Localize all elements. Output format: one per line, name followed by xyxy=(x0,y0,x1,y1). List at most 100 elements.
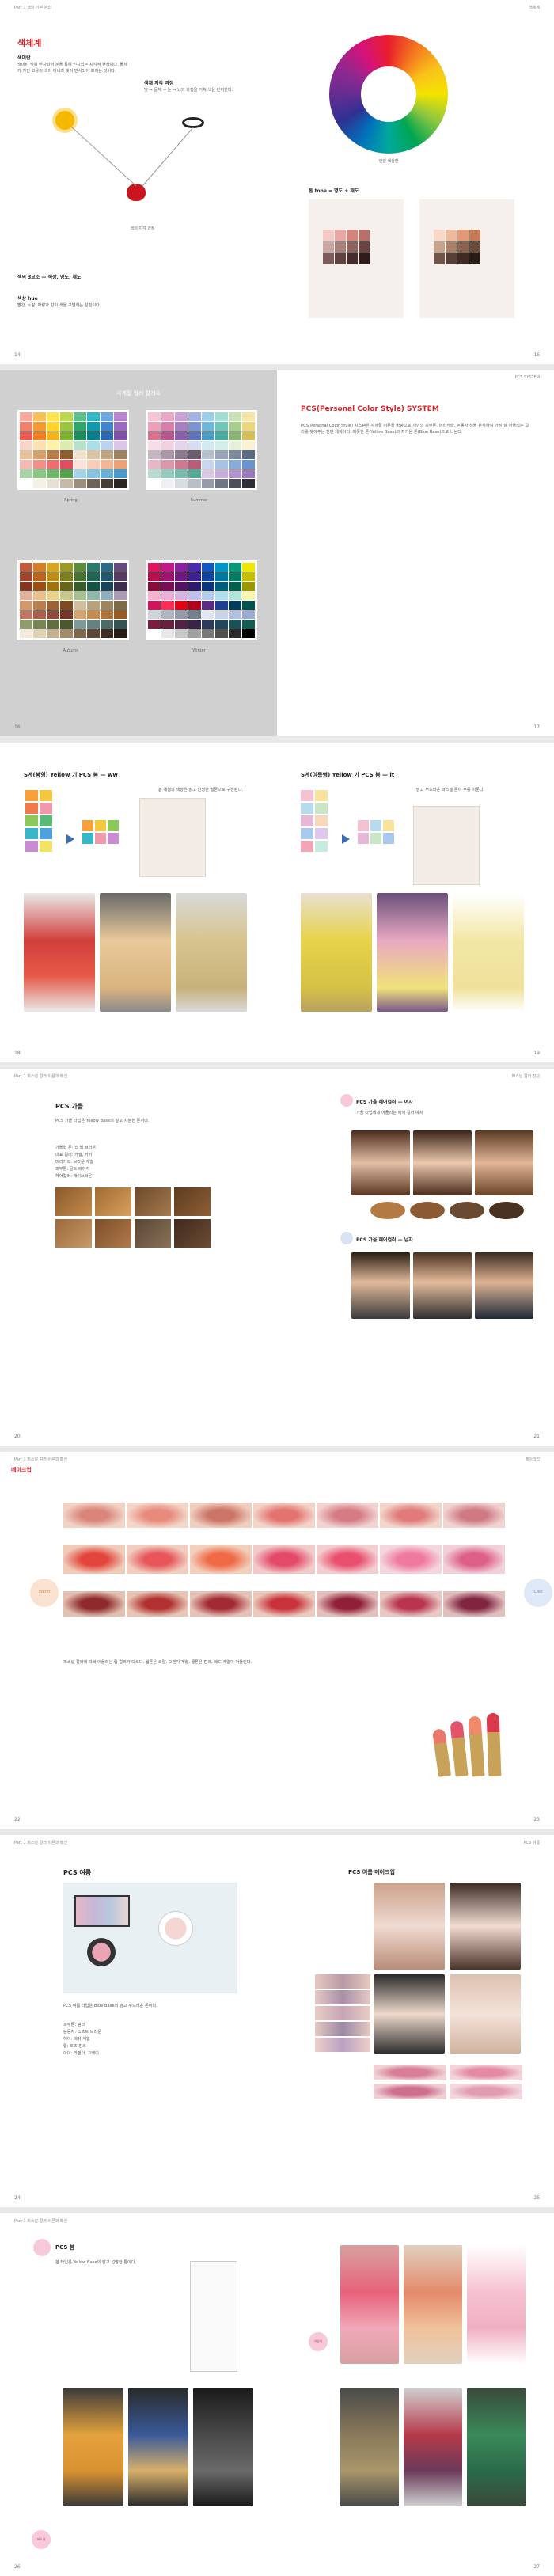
spread-4: Part 1 퍼스널 컬러 이론과 패션 PCS 가을 PCS 가을 타입은 Y… xyxy=(0,1069,554,1446)
lipstick-product xyxy=(450,1720,469,1777)
runway-photo xyxy=(63,2388,123,2506)
body-text: 퍼스널 컬러에 따라 어울리는 립 컬러가 다르다. 웜톤은 코랄, 오렌지 계… xyxy=(63,1660,252,1665)
list-item: 대표 컬러: 카멜, 카키 xyxy=(55,1153,93,1157)
running-header: 퍼스널 컬러 진단 xyxy=(511,1074,540,1079)
spread-5: Part 1 퍼스널 컬러 이론과 패션 메이크업 Warm 퍼스널 컬러에 따… xyxy=(0,1452,554,1829)
model-photo xyxy=(413,1130,472,1195)
powder-compact xyxy=(158,1911,193,1946)
page-number: 21 xyxy=(533,1434,540,1439)
list-item: 눈동자: 소프트 브라운 xyxy=(63,2030,101,2035)
model-photo xyxy=(374,1974,445,2054)
spring-swatch-column xyxy=(25,790,52,852)
hair-sample xyxy=(370,1202,405,1219)
season-label: Spring xyxy=(64,498,78,503)
autumn-palette xyxy=(17,560,129,640)
spread-divider xyxy=(0,2207,554,2213)
model-photo xyxy=(374,1883,445,1970)
winter-palette xyxy=(146,560,257,640)
page-20: Part 1 퍼스널 컬러 이론과 패션 PCS 가을 PCS 가을 타입은 Y… xyxy=(0,1069,277,1446)
running-header: PCS SYSTEM xyxy=(514,375,540,380)
page-16: 사계절 컬러 팔레트 Spring Summer Autumn Winter 1… xyxy=(0,370,277,736)
spread-1: Part 1 색의 기본 원리 색체계 색이란 색이란 빛에 반사되어 눈을 통… xyxy=(0,0,554,364)
body-text: PCS(Personal Color Style) 시스템은 사계절 이론을 바… xyxy=(301,424,529,435)
page-14: Part 1 색의 기본 원리 색체계 색이란 색이란 빛에 반사되어 눈을 통… xyxy=(0,0,277,364)
bullet-dot xyxy=(340,1094,353,1107)
bullet-dot xyxy=(340,1232,353,1244)
page-number: 26 xyxy=(14,2564,21,2570)
page-number: 20 xyxy=(14,1434,21,1439)
page-title: 메이크업 xyxy=(11,1467,32,1473)
list-item: 피부톤: 골드 베이지 xyxy=(55,1167,90,1172)
season-label: Autumn xyxy=(63,648,79,653)
page-27: 여름형 27 xyxy=(277,2213,554,2576)
summer-palette xyxy=(146,410,257,490)
badge-label: 퍼스널 xyxy=(36,2537,46,2541)
running-header: Part 1 퍼스널 컬러 이론과 패션 xyxy=(14,2219,67,2224)
cool-label: Cool xyxy=(533,1590,543,1594)
page-number: 15 xyxy=(533,352,540,358)
runway-photo xyxy=(340,2388,399,2506)
page-24: Part 1 퍼스널 컬러 이론과 패션 PCS 여름 PCS 여름 타입은 B… xyxy=(0,1835,277,2207)
summer-swatch-column xyxy=(301,790,328,852)
runway-photo xyxy=(340,2245,399,2364)
fashion-sketch xyxy=(139,798,206,877)
model-photo xyxy=(475,1252,533,1319)
fashion-sketch xyxy=(413,806,480,885)
runway-photo xyxy=(176,893,247,1012)
spread-2: 사계절 컬러 팔레트 Spring Summer Autumn Winter 1… xyxy=(0,370,554,736)
eye-swatches xyxy=(315,1974,370,2052)
page-number: 22 xyxy=(14,1817,21,1822)
page-number: 17 xyxy=(533,724,540,730)
section-title: 색체계 xyxy=(17,38,42,48)
wheel-caption: 먼셀 색상환 xyxy=(378,159,399,164)
runway-photo xyxy=(24,893,95,1012)
diagram-caption: 색의 지각 과정 xyxy=(130,226,155,231)
light-path-diagram xyxy=(70,126,195,187)
list-item: 립: 로즈 핑크 xyxy=(63,2044,86,2049)
runway-photo xyxy=(404,2245,462,2364)
blush-compact xyxy=(87,1938,116,1966)
list-item: 헤어컬러: 애쉬브라운 xyxy=(55,1174,93,1179)
lipstick-product xyxy=(468,1715,485,1777)
badge-label: 여름형 xyxy=(313,2339,323,2343)
season-label: Winter xyxy=(192,648,206,653)
body-text: 가을 타입에게 어울리는 헤어 컬러 예시 xyxy=(356,1111,423,1115)
list-item: 가을형 톤: 딥 웜 브라운 xyxy=(55,1146,97,1150)
body-text: 빛 → 물체 → 눈 → 뇌의 과정을 거쳐 색을 인지한다. xyxy=(144,88,233,93)
page-number: 25 xyxy=(533,2195,540,2201)
spread-7: Part 1 퍼스널 컬러 이론과 패션 PCS 봄 봄 타입은 Yellow … xyxy=(0,2213,554,2576)
body-text: 봄 타입은 Yellow Base의 밝고 선명한 톤이다. xyxy=(55,2260,137,2265)
model-photo xyxy=(450,1883,521,1970)
hair-swatches xyxy=(55,1187,211,1248)
running-header: Part 1 퍼스널 컬러 이론과 패션 xyxy=(14,1074,67,1079)
lipstick-product xyxy=(431,1728,452,1777)
body-text: 봄 계열의 색상은 밝고 선명한 웜톤으로 구성된다. xyxy=(158,788,243,792)
page-17: PCS SYSTEM PCS(Personal Color Style) SYS… xyxy=(277,370,554,736)
page-25: PCS 여름 PCS 여름 메이크업 25 xyxy=(277,1835,554,2207)
runway-photo xyxy=(453,893,524,1012)
page-number: 24 xyxy=(14,2195,21,2201)
runway-photo xyxy=(377,893,448,1012)
warm-label: Warm xyxy=(38,1590,51,1594)
body-text: 빨강, 노랑, 파랑과 같이 색을 구별하는 성질이다. xyxy=(17,303,101,308)
tone-swatches-1 xyxy=(323,230,370,264)
body-text: PCS 가을 타입은 Yellow Base의 깊고 차분한 톤이다. xyxy=(55,1119,150,1123)
spread-divider xyxy=(0,736,554,743)
page-number: 19 xyxy=(533,1051,540,1056)
page-title: PCS 여름 메이크업 xyxy=(348,1869,395,1875)
runway-photo xyxy=(301,893,372,1012)
lip-swatch-row xyxy=(63,1591,505,1617)
spring-combo xyxy=(82,820,119,844)
spread-3: S계(봄형) Yellow 기 PCS 봄 — ww 봄 계열의 색상은 밝고 … xyxy=(0,743,554,1062)
runway-photo xyxy=(128,2388,188,2506)
lip-swatch-row xyxy=(63,1545,505,1574)
palette-title: 사계절 컬러 팔레트 xyxy=(116,390,161,397)
model-photo xyxy=(351,1130,410,1195)
model-photo xyxy=(413,1252,472,1319)
section-title: PCS 가을 헤어컬러 — 남자 xyxy=(356,1237,413,1243)
body-text: PCS 여름 타입은 Blue Base의 밝고 부드러운 톤이다. xyxy=(63,2004,157,2008)
body-text: 밝고 부드러운 파스텔 톤이 주를 이룬다. xyxy=(416,788,485,792)
subhead: 색의 3요소 — 색상, 명도, 채도 xyxy=(17,275,82,280)
list-item: 머리카락: 브라운 계열 xyxy=(55,1160,93,1165)
page-15: 색체계 먼셀 색상환 톤 tone = 명도 + 채도 15 xyxy=(277,0,554,364)
